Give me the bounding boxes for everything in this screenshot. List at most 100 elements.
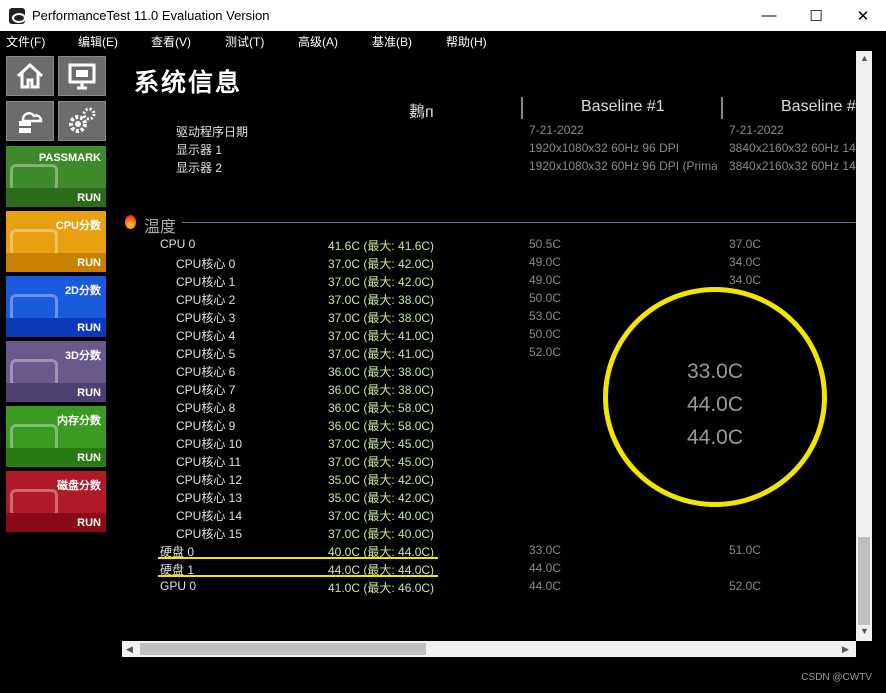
scroll-down-icon[interactable]: ▼ bbox=[860, 626, 869, 636]
memory-score-tile[interactable]: 内存分数 RUN bbox=[6, 406, 106, 467]
menu-bar: 文件(F) 编辑(E) 查看(V) 测试(T) 高级(A) 基准(B) 帮助(H… bbox=[0, 31, 886, 51]
watermark: CSDN @CWTV bbox=[801, 672, 872, 683]
current-temperature: 37.0C (最大: 40.0C) bbox=[328, 527, 435, 541]
baseline-2-value: 3840x2160x32 60Hz 144 D bbox=[729, 159, 872, 173]
info-row[interactable]: 显示器 1 1920x1080x32 60Hz 96 DPI 3840x2160x3… bbox=[122, 139, 872, 157]
sensor-name: CPU核心 4 bbox=[176, 329, 236, 343]
current-temperature: 37.0C (最大: 40.0C) bbox=[328, 509, 435, 523]
magnified-value: 44.0C bbox=[686, 393, 744, 416]
menu-view[interactable]: 查看(V) bbox=[145, 33, 197, 50]
current-temperature: 37.0C (最大: 45.0C) bbox=[328, 455, 435, 469]
menu-file[interactable]: 文件(F) bbox=[0, 33, 51, 50]
title-bar: PerformanceTest 11.0 Evaluation Version … bbox=[0, 0, 886, 31]
current-temperature: 37.0C (最大: 42.0C) bbox=[328, 257, 435, 271]
home-button[interactable] bbox=[6, 56, 54, 96]
run-button[interactable]: RUN bbox=[77, 192, 101, 204]
temperature-row[interactable]: GPU 0 41.0C (最大: 46.0C) 44.0C 52.0C bbox=[122, 577, 872, 595]
baseline-1-value: 7-21-2022 bbox=[529, 123, 584, 137]
temperature-row[interactable]: CPU 0 41.6C (最大: 41.6C) 50.5C 37.0C bbox=[122, 235, 872, 253]
disk-score-tile[interactable]: 磁盘分数 RUN bbox=[6, 471, 106, 532]
magnifier-highlight: 33.0C 44.0C 44.0C bbox=[603, 287, 827, 507]
cpu-score-tile[interactable]: CPU分数 RUN bbox=[6, 211, 106, 272]
current-temperature: 35.0C (最大: 42.0C) bbox=[328, 491, 435, 505]
menu-test[interactable]: 测试(T) bbox=[219, 33, 270, 50]
run-button[interactable]: RUN bbox=[77, 257, 101, 269]
current-temperature: 35.0C (最大: 42.0C) bbox=[328, 473, 435, 487]
baseline-2-value: 7-21-2022 bbox=[729, 123, 784, 137]
highlight-underline bbox=[158, 575, 438, 577]
menu-baseline[interactable]: 基准(B) bbox=[366, 33, 418, 50]
baseline-1-value: 44.0C bbox=[529, 579, 562, 593]
column-divider[interactable] bbox=[521, 97, 523, 119]
sensor-name: CPU核心 10 bbox=[176, 437, 243, 451]
current-temperature: 37.0C (最大: 42.0C) bbox=[328, 275, 435, 289]
passmark-tile[interactable]: PASSMARK RUN bbox=[6, 146, 106, 207]
info-row[interactable]: 驱动程序日期 7-21-2022 7-21-2022 bbox=[122, 121, 872, 139]
minimize-button[interactable]: — bbox=[746, 0, 792, 31]
baseline-2-value: 37.0C bbox=[729, 237, 762, 251]
baseline-1-value: 53.0C bbox=[529, 309, 562, 323]
menu-help[interactable]: 帮助(H) bbox=[440, 33, 493, 50]
temperature-section-header[interactable]: 温度 bbox=[122, 212, 872, 236]
home-icon bbox=[16, 62, 44, 89]
flame-icon bbox=[125, 215, 136, 229]
section-title: 温度 bbox=[144, 219, 177, 236]
row-label: 显示器 1 bbox=[176, 143, 223, 157]
temperature-row[interactable]: CPU核心 15 37.0C (最大: 40.0C) bbox=[122, 523, 872, 541]
sensor-name: CPU核心 3 bbox=[176, 311, 236, 325]
sensor-name: CPU核心 2 bbox=[176, 293, 236, 307]
sensor-name: GPU 0 bbox=[160, 579, 197, 593]
sensor-name: CPU 0 bbox=[160, 237, 196, 251]
status-bar bbox=[0, 657, 886, 693]
monitor-icon bbox=[68, 63, 96, 90]
settings-button[interactable] bbox=[58, 101, 106, 141]
run-button[interactable]: RUN bbox=[77, 387, 101, 399]
cloud-results-button[interactable] bbox=[6, 101, 54, 141]
sidebar: PASSMARK RUN CPU分数 RUN 2D分数 RUN 3D分数 RUN… bbox=[0, 51, 114, 693]
sensor-name: CPU核心 11 bbox=[176, 455, 242, 469]
scroll-left-icon[interactable]: ◀ bbox=[126, 644, 133, 655]
current-temperature: 37.0C (最大: 38.0C) bbox=[328, 293, 435, 307]
row-label: 驱动程序日期 bbox=[176, 125, 249, 139]
cloud-server-icon bbox=[19, 112, 43, 133]
horizontal-scroll-thumb[interactable] bbox=[140, 643, 426, 655]
baseline-2-value: 51.0C bbox=[729, 543, 762, 557]
sensor-name: CPU核心 6 bbox=[176, 365, 236, 379]
current-temperature: 36.0C (最大: 58.0C) bbox=[328, 419, 435, 433]
column-divider[interactable] bbox=[721, 97, 723, 119]
scroll-right-icon[interactable]: ▶ bbox=[842, 644, 849, 655]
maximize-button[interactable]: ☐ bbox=[793, 0, 839, 31]
gears-icon bbox=[69, 107, 96, 133]
temperature-row[interactable]: CPU核心 0 37.0C (最大: 42.0C) 49.0C 34.0C bbox=[122, 253, 872, 271]
sensor-name: CPU核心 9 bbox=[176, 419, 236, 433]
column-header-baseline-1[interactable]: Baseline #1 bbox=[581, 98, 665, 116]
3d-score-tile[interactable]: 3D分数 RUN bbox=[6, 341, 106, 402]
system-info-button[interactable] bbox=[58, 56, 106, 96]
close-button[interactable]: ✕ bbox=[840, 0, 886, 31]
info-row[interactable]: 显示器 2 1920x1080x32 60Hz 96 DPI (Primary .… bbox=[122, 157, 872, 175]
run-button[interactable]: RUN bbox=[77, 517, 101, 529]
temperature-row[interactable]: CPU核心 1 37.0C (最大: 42.0C) 49.0C 34.0C bbox=[122, 271, 872, 289]
sensor-name: CPU核心 13 bbox=[176, 491, 243, 505]
menu-edit[interactable]: 编辑(E) bbox=[72, 33, 124, 50]
temperature-row[interactable]: CPU核心 14 37.0C (最大: 40.0C) bbox=[122, 505, 872, 523]
sensor-name: CPU核心 1 bbox=[176, 275, 236, 289]
row-label: 显示器 2 bbox=[176, 161, 223, 175]
scroll-up-icon[interactable]: ▲ bbox=[860, 53, 869, 63]
vertical-scrollbar[interactable]: ▲ ▼ bbox=[856, 51, 872, 641]
baseline-1-value: 44.0C bbox=[529, 561, 562, 575]
sensor-name: CPU核心 5 bbox=[176, 347, 236, 361]
run-button[interactable]: RUN bbox=[77, 322, 101, 334]
menu-advanced[interactable]: 高级(A) bbox=[292, 33, 344, 50]
2d-score-tile[interactable]: 2D分数 RUN bbox=[6, 276, 106, 337]
horizontal-scrollbar[interactable]: ◀ ▶ bbox=[122, 641, 856, 657]
sensor-name: CPU核心 0 bbox=[176, 257, 236, 271]
magnified-value: 44.0C bbox=[686, 426, 744, 449]
column-header-baseline-2[interactable]: Baseline # bbox=[781, 98, 856, 116]
column-header-this[interactable]: 鶈п bbox=[409, 98, 434, 122]
current-temperature: 37.0C (最大: 45.0C) bbox=[328, 437, 435, 451]
vertical-scroll-thumb[interactable] bbox=[858, 537, 870, 625]
run-button[interactable]: RUN bbox=[77, 452, 101, 464]
page-title: 系统信息 bbox=[134, 69, 243, 97]
baseline-1-value: 52.0C bbox=[529, 345, 562, 359]
